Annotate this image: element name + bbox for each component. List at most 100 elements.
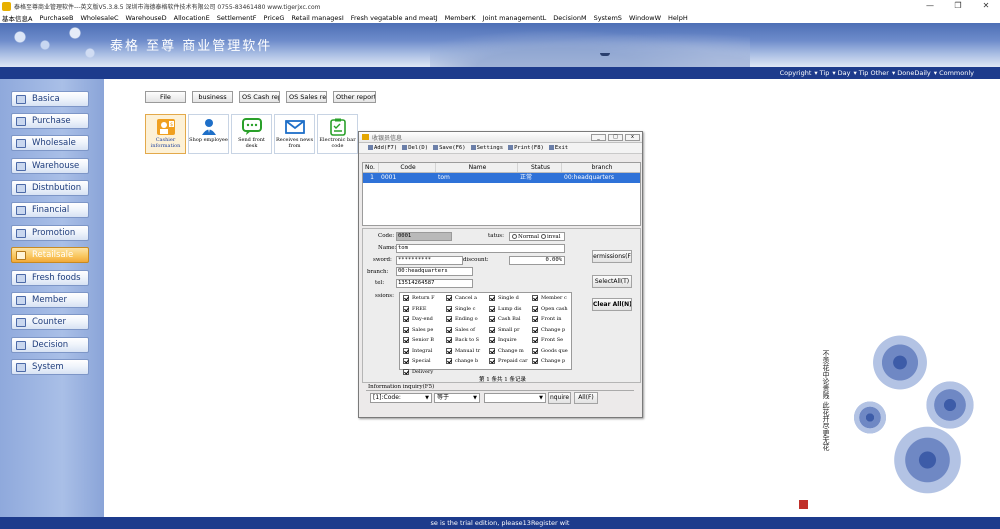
dialog-close-button[interactable]: x [625,134,640,141]
tile-cashier-information[interactable]: $ Cashier information [145,114,186,154]
permission-checkbox[interactable] [403,316,409,322]
permission-checkbox[interactable] [532,347,538,354]
permission-item[interactable]: Single c [446,305,489,312]
status-invalid-radio[interactable] [541,234,547,239]
permission-item[interactable]: Lump dis [489,305,532,312]
permission-checkbox[interactable] [489,316,495,322]
sidebar-item-promotion[interactable]: Promotion [11,225,89,241]
inquiry-field-select[interactable]: [1]:Code: ▼ [370,393,432,403]
permission-checkbox[interactable] [446,295,452,301]
delete-button[interactable]: Del(D) [402,145,428,151]
permission-checkbox[interactable] [446,358,452,364]
permission-checkbox[interactable] [446,337,452,343]
status-normal-radio[interactable] [512,234,517,239]
menu-member[interactable]: MemberK [445,14,476,22]
permission-checkbox[interactable] [532,305,538,312]
menu-window[interactable]: WindowW [629,14,661,22]
tile-send-front-desk[interactable]: Send front desk [231,114,272,154]
settings-button[interactable]: Settings [470,145,503,151]
clear-all-button[interactable]: Clear All(N) [592,298,632,311]
permission-item[interactable]: change b [446,358,489,364]
name-field[interactable]: tom [396,244,565,253]
permission-checkbox[interactable] [446,305,452,312]
tab-other-reports[interactable]: Other reports [333,91,376,103]
table-row[interactable]: 1 0001 tom 正常 00:headquarters [363,173,640,183]
permission-checkbox[interactable] [489,358,495,364]
permission-item[interactable]: FREE [403,305,446,312]
permission-item[interactable]: Return F [403,295,446,301]
menu-system[interactable]: SystemS [594,14,622,22]
permission-checkbox[interactable] [532,337,538,343]
dialog-minimize-button[interactable]: _ [591,134,606,141]
column-header[interactable]: branch [562,163,640,172]
permission-item[interactable]: Small pr [489,326,532,333]
permission-item[interactable]: Ending o [446,316,489,322]
discount-field[interactable]: 0.00% [509,256,565,265]
column-header[interactable]: Code [379,163,436,172]
nav-day[interactable]: Day [838,69,851,77]
permission-checkbox[interactable] [489,305,495,312]
tel-field[interactable]: 13514264587 [396,279,473,288]
tile-shop-employee[interactable]: Shop employee [188,114,229,154]
permission-item[interactable]: Inquire [489,337,532,343]
inquiry-operator-select[interactable]: 等于 ▼ [434,393,480,403]
permission-checkbox[interactable] [489,347,495,354]
add-button[interactable]: Add(F7) [368,145,397,151]
inquire-button[interactable]: nquire [548,392,571,404]
permission-item[interactable]: Day-end [403,316,446,322]
permission-checkbox[interactable] [489,295,495,301]
sidebar-item-counter[interactable]: Counter [11,314,89,330]
permission-item[interactable]: Sales of [446,326,489,333]
menu-joint-management[interactable]: Joint managementL [483,14,547,22]
permission-checkbox[interactable] [532,316,538,322]
sidebar-item-retailsale[interactable]: Retailsale [11,247,89,263]
menu-settlement[interactable]: SettlementF [217,14,257,22]
tile-electronic-bar-code[interactable]: Electronic bar code [317,114,358,154]
sidebar-item-decision[interactable]: Decision [11,337,89,353]
menu-price[interactable]: PriceG [264,14,285,22]
permission-checkbox[interactable] [532,295,538,301]
sidebar-item-financial[interactable]: Financial [11,202,89,218]
permission-item[interactable]: Front Se [532,337,575,343]
all-button[interactable]: All(F) [574,392,598,404]
tab-file[interactable]: File [145,91,186,103]
sidebar-item-purchase[interactable]: Purchase [11,113,89,129]
permission-checkbox[interactable] [403,326,409,333]
permission-item[interactable]: Goods que [532,347,575,354]
nav-tip[interactable]: Tip [820,69,830,77]
permission-checkbox[interactable] [403,305,409,312]
permissions-button[interactable]: ermissions(F [592,250,632,263]
nav-tip-other[interactable]: Tip Other [859,69,889,77]
permission-item[interactable]: Cash Bal [489,316,532,322]
column-header[interactable]: Status [518,163,562,172]
menu-wholesale[interactable]: WholesaleC [80,14,118,22]
dialog-maximize-button[interactable]: □ [608,134,623,141]
menu-purchase[interactable]: PurchaseB [39,14,73,22]
nav-done-daily[interactable]: DoneDaily [897,69,931,77]
sidebar-item-member[interactable]: Member [11,292,89,308]
menu-decision[interactable]: DecisionM [553,14,586,22]
permission-checkbox[interactable] [403,358,409,364]
permission-item[interactable]: Change p [532,326,575,333]
permission-checkbox[interactable] [403,295,409,301]
menu-allocation[interactable]: AllocationE [174,14,210,22]
permission-checkbox[interactable] [489,326,495,333]
permission-item[interactable]: Member c [532,295,575,301]
select-all-button[interactable]: SelectAll(T) [592,275,632,288]
menu-retail-manages[interactable]: Retail managesI [291,14,343,22]
sidebar-item-warehouse[interactable]: Warehouse [11,158,89,174]
sidebar-item-wholesale[interactable]: Wholesale [11,135,89,151]
permission-item[interactable]: Single d [489,295,532,301]
permission-item[interactable]: Change m [489,347,532,354]
permission-item[interactable]: Sales pe [403,326,446,333]
permission-checkbox[interactable] [532,326,538,333]
branch-select[interactable]: 00:headquarters [396,267,473,276]
permission-checkbox[interactable] [446,347,452,354]
permission-item[interactable]: Cancel a [446,295,489,301]
permission-item[interactable]: Delivery [403,368,446,375]
tile-receives-news[interactable]: Receives news from [274,114,315,154]
permission-checkbox[interactable] [532,358,538,364]
column-header[interactable]: Name [436,163,518,172]
tab-pos-cash-report[interactable]: OS Cash repo [239,91,280,103]
permission-item[interactable]: Change p [532,358,575,364]
